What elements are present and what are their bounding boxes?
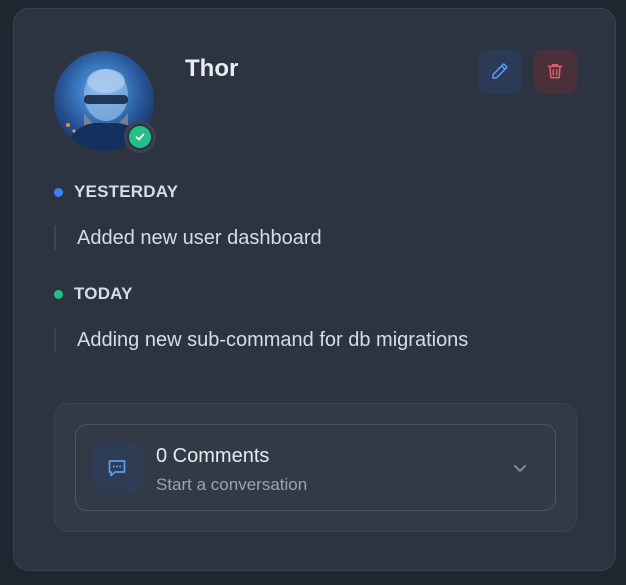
timeline-entry: Added new user dashboard — [54, 225, 322, 251]
comments-panel: 0 Comments Start a conversation — [54, 403, 577, 532]
delete-button[interactable] — [533, 49, 577, 93]
online-status-badge — [124, 121, 156, 153]
timeline-section-today: TODAY Adding new sub-command for db migr… — [54, 283, 468, 353]
check-icon — [129, 126, 151, 148]
edit-button[interactable] — [478, 49, 522, 93]
section-label: YESTERDAY — [74, 182, 179, 201]
section-label: TODAY — [74, 284, 133, 303]
section-header: YESTERDAY — [54, 181, 178, 203]
comments-toggle[interactable]: 0 Comments Start a conversation — [75, 424, 556, 511]
comments-subtitle: Start a conversation — [156, 475, 308, 494]
comments-count: 0 Comments — [156, 445, 270, 467]
green-dot-icon — [54, 289, 63, 299]
timeline-section-yesterday: YESTERDAY Added new user dashboard — [54, 181, 322, 251]
chat-bubble-icon — [92, 443, 142, 493]
timeline-entry: Adding new sub-command for db migrations — [54, 327, 468, 353]
user-name: Thor — [185, 55, 239, 82]
pencil-icon — [492, 63, 508, 79]
avatar-container — [54, 51, 156, 153]
blue-dot-icon — [54, 187, 63, 197]
section-header: TODAY — [54, 283, 133, 305]
standup-card: Thor YESTERDAY Added new user dashboard … — [13, 8, 616, 571]
chevron-down-icon[interactable] — [511, 459, 529, 477]
trash-icon — [547, 64, 563, 79]
